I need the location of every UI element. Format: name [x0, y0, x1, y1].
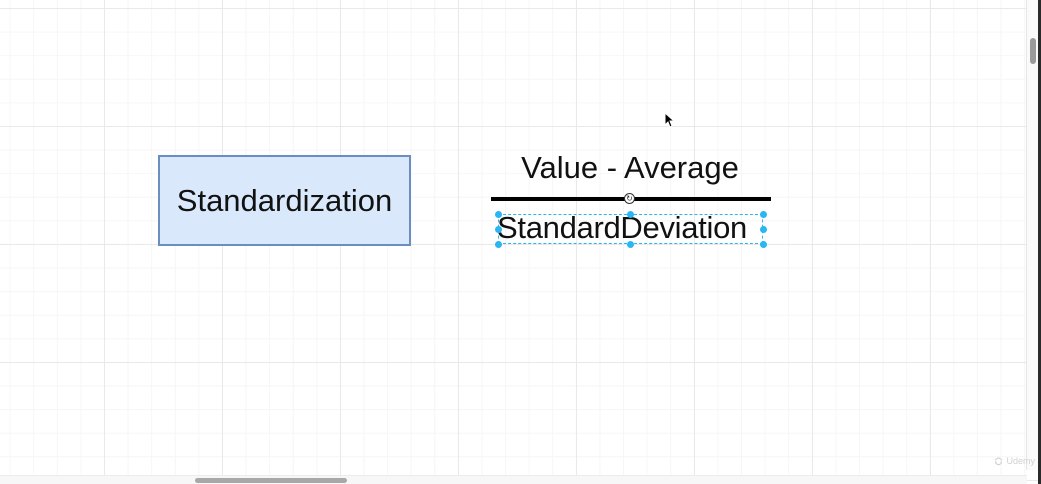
resize-handle-middle-right[interactable] — [760, 226, 767, 233]
resize-handle-top-right[interactable] — [760, 211, 767, 218]
resize-handle-top-left[interactable] — [495, 211, 502, 218]
watermark-text: Udemy — [1006, 456, 1035, 466]
diagram-canvas[interactable]: Standardization Value - Average ↻ Standa… — [0, 0, 1041, 484]
rotate-icon[interactable]: ↻ — [624, 193, 635, 204]
resize-handle-middle-left[interactable] — [495, 226, 502, 233]
horizontal-scrollbar[interactable] — [0, 475, 1027, 484]
vertical-scrollbar-thumb[interactable] — [1030, 38, 1036, 64]
numerator-text[interactable]: Value - Average — [495, 150, 765, 186]
resize-handle-bottom-left[interactable] — [495, 241, 502, 248]
resize-handle-bottom-right[interactable] — [760, 241, 767, 248]
horizontal-scrollbar-thumb[interactable] — [195, 478, 347, 483]
watermark: Udemy — [994, 456, 1035, 466]
standardization-box[interactable]: Standardization — [158, 155, 411, 246]
udemy-logo-icon — [995, 456, 1003, 465]
standardization-label: Standardization — [176, 182, 393, 218]
mouse-pointer-icon — [664, 112, 675, 128]
resize-handle-top-center[interactable] — [627, 211, 634, 218]
resize-handle-bottom-center[interactable] — [627, 241, 634, 248]
